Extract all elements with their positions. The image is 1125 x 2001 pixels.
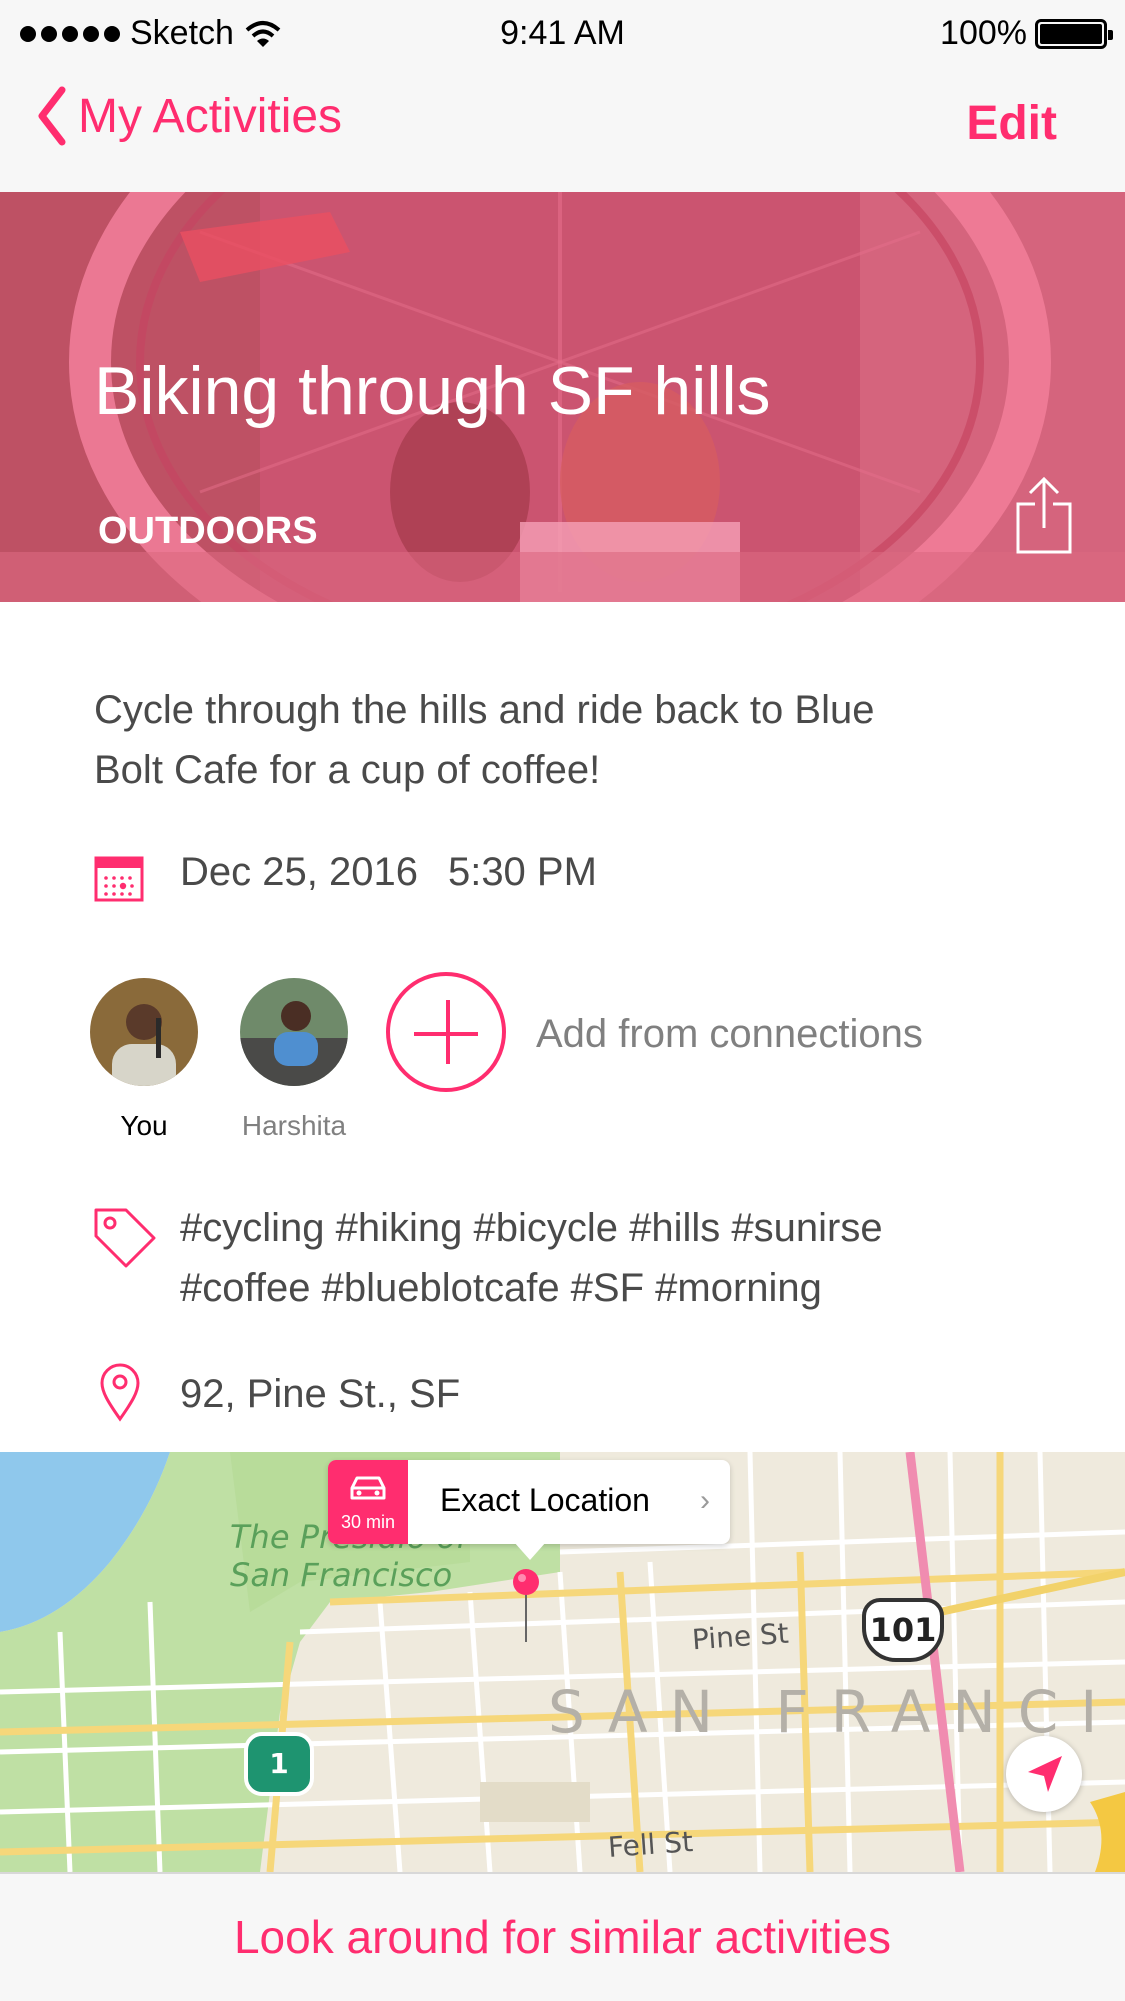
battery-percent: 100% — [940, 14, 1027, 52]
add-from-connections-link[interactable]: Add from connections — [536, 1012, 923, 1057]
activity-description: Cycle through the hills and ride back to… — [94, 688, 875, 792]
activity-date: Dec 25, 2016 — [180, 850, 418, 894]
exact-location-callout[interactable]: 30 min Exact Location › — [328, 1460, 730, 1560]
participant-name-you: You — [120, 1110, 168, 1141]
back-button-label: My Activities — [78, 89, 343, 143]
share-button[interactable] — [1015, 476, 1073, 561]
battery-group: 100% — [940, 14, 1113, 53]
add-participant-button[interactable] — [386, 972, 506, 1092]
navigation-bar: My Activities Edit — [0, 66, 1125, 192]
similar-activities-button[interactable]: Look around for similar activities — [0, 1872, 1125, 2001]
avatar-photo — [90, 978, 198, 1086]
callout-pointer — [514, 1542, 546, 1560]
car-icon — [350, 1476, 386, 1500]
hero-image: Biking through SF hills OUTDOORS — [0, 192, 1125, 602]
tag-icon — [94, 1208, 156, 1268]
activity-datetime: Dec 25, 2016 5:30 PM — [180, 850, 597, 895]
activity-category: OUTDOORS — [98, 510, 318, 552]
location-pin-icon — [100, 1363, 140, 1422]
map-label-fell-st: Fell St — [606, 1825, 695, 1864]
avatar-photo — [240, 978, 348, 1086]
activity-address: 92, Pine St., SF — [180, 1372, 461, 1416]
similar-activities-label: Look around for similar activities — [233, 1911, 892, 1963]
activity-tags: #cycling #hiking #bicycle #hills #sunirs… — [180, 1206, 883, 1310]
battery-icon — [1035, 18, 1113, 49]
chevron-right-icon: › — [700, 1484, 710, 1517]
highway-1-shield: 1 — [244, 1732, 314, 1796]
edit-button[interactable]: Edit — [966, 96, 1057, 151]
callout-label: Exact Location — [440, 1482, 650, 1518]
map-label-pine-st: Pine St — [690, 1616, 790, 1657]
calendar-icon — [94, 856, 144, 902]
current-location-button[interactable] — [1006, 1736, 1082, 1812]
drive-time-badge: 30 min — [328, 1460, 408, 1544]
participant-name-harshita: Harshita — [241, 1110, 347, 1141]
map-view[interactable]: The Presidio of San Francisco Pine St SA… — [0, 1452, 1125, 1872]
back-button[interactable]: My Activities — [36, 86, 342, 146]
chevron-left-icon — [38, 86, 66, 146]
avatar-you[interactable] — [90, 978, 198, 1086]
share-icon — [1016, 476, 1072, 554]
drive-time: 30 min — [340, 1512, 396, 1532]
activity-title: Biking through SF hills — [94, 353, 771, 429]
navigation-arrow-icon — [1028, 1756, 1062, 1792]
map-pin-icon — [513, 1569, 539, 1642]
activity-time: 5:30 PM — [447, 850, 597, 894]
highway-101-shield: 101 — [862, 1598, 944, 1662]
status-bar: Sketch 9:41 AM 100% — [0, 0, 1125, 66]
avatar-harshita[interactable] — [240, 978, 348, 1086]
